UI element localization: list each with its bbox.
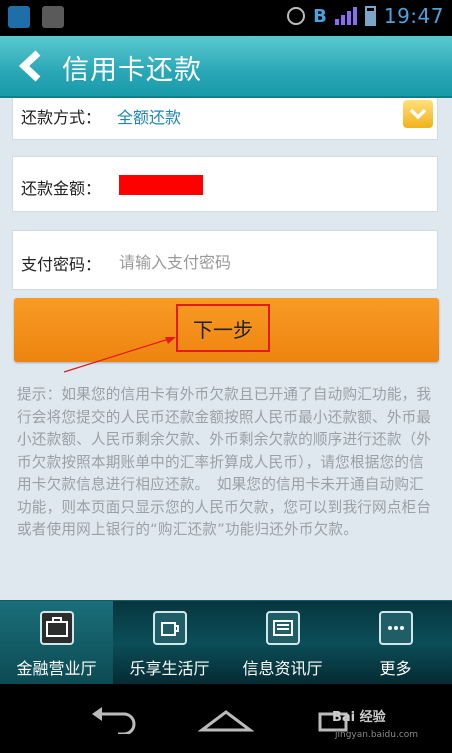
app-notification-icon bbox=[8, 6, 30, 28]
password-label: 支付密码： bbox=[21, 255, 102, 274]
password-row: 支付密码： bbox=[12, 230, 438, 290]
more-icon bbox=[378, 611, 413, 645]
tab-label: 更多 bbox=[379, 659, 412, 678]
next-step-label: 下一步 bbox=[176, 304, 270, 352]
watermark-brand: Bai 经验 bbox=[332, 710, 386, 725]
tab-finance-hall[interactable]: 金融营业厅 bbox=[0, 601, 113, 685]
tab-label: 乐享生活厅 bbox=[129, 659, 210, 678]
tab-label: 金融营业厅 bbox=[16, 659, 97, 678]
annotation-arrow bbox=[63, 337, 176, 373]
bottom-tab-bar: 金融营业厅 乐享生活厅 信息资讯厅 更多 bbox=[0, 600, 452, 685]
repay-amount-row: 还款金额： bbox=[12, 156, 438, 212]
newspaper-icon bbox=[265, 611, 300, 645]
tab-life-hall[interactable]: 乐享生活厅 bbox=[113, 601, 226, 685]
redacted-amount bbox=[119, 175, 203, 195]
tab-label: 信息资讯厅 bbox=[242, 659, 323, 678]
repay-method-label: 还款方式： bbox=[21, 108, 102, 127]
coffee-cup-icon bbox=[152, 611, 187, 645]
back-arrow-icon[interactable] bbox=[16, 50, 46, 82]
status-bar: B 19:47 bbox=[0, 0, 452, 36]
briefcase-icon bbox=[39, 611, 74, 645]
chevron-down-icon[interactable] bbox=[403, 100, 433, 128]
home-icon[interactable] bbox=[198, 706, 254, 734]
alarm-icon bbox=[287, 7, 306, 25]
app-header: 信用卡还款 bbox=[0, 36, 452, 98]
status-time: 19:47 bbox=[383, 4, 444, 28]
tab-info-hall[interactable]: 信息资讯厅 bbox=[226, 601, 339, 685]
repay-amount-label: 还款金额： bbox=[21, 179, 102, 198]
repay-method-value[interactable]: 全额还款 bbox=[117, 104, 181, 128]
repay-method-row[interactable]: 还款方式： 全额还款 bbox=[12, 98, 438, 140]
bluetooth-icon: B bbox=[313, 5, 327, 27]
watermark-url: jingyan.baidu.com bbox=[335, 730, 419, 740]
password-input[interactable] bbox=[117, 245, 421, 279]
signal-icon bbox=[334, 5, 357, 27]
page-title: 信用卡还款 bbox=[62, 55, 202, 86]
battery-icon bbox=[364, 6, 376, 26]
tip-text: 提示：如果您的信用卡有外币欠款且已开通了自动购汇功能，我行会将您提交的人民币还款… bbox=[17, 386, 432, 538]
tab-more[interactable]: 更多 bbox=[339, 601, 452, 685]
message-notification-icon bbox=[42, 6, 64, 28]
back-icon[interactable] bbox=[88, 706, 138, 734]
